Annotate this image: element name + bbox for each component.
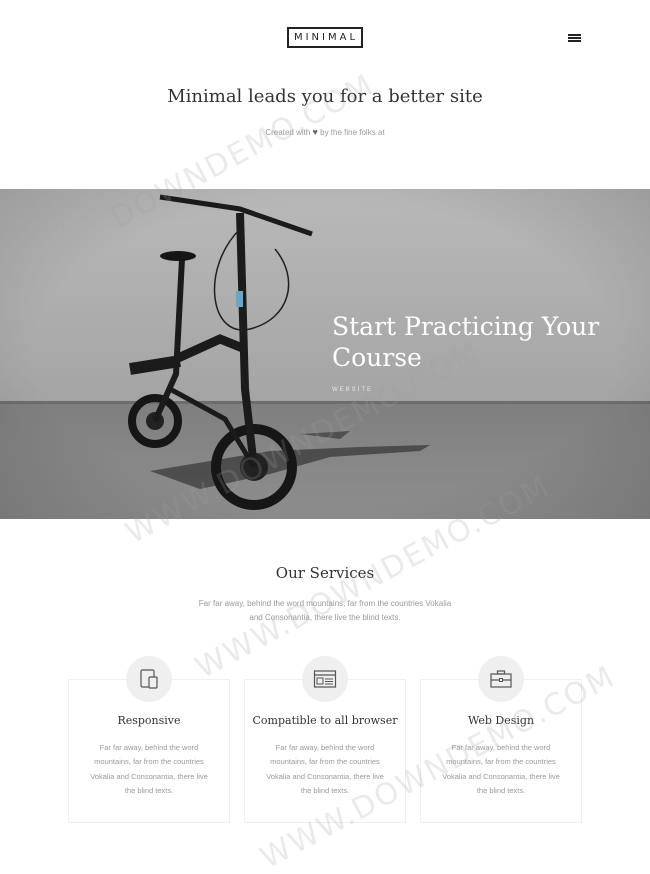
service-title: Compatible to all browser bbox=[252, 714, 398, 727]
service-title: Web Design bbox=[467, 714, 535, 727]
service-text: Far far away, behind the word mountains,… bbox=[90, 743, 208, 796]
devices-icon bbox=[126, 656, 172, 702]
services-description: Far far away, behind the word mountains,… bbox=[198, 599, 452, 622]
intro-subtitle-after: by the fine folks at bbox=[320, 128, 385, 137]
site-header: MINIMAL bbox=[0, 0, 650, 70]
service-text: Far far away, behind the word mountains,… bbox=[442, 743, 560, 796]
services-title: Our Services bbox=[275, 564, 375, 582]
browser-window-icon bbox=[302, 656, 348, 702]
site-logo[interactable]: MINIMAL bbox=[287, 27, 363, 48]
hero-banner: Start Practicing Your Course WEBSITE bbox=[0, 189, 650, 519]
briefcase-icon bbox=[478, 656, 524, 702]
hamburger-menu-icon[interactable] bbox=[566, 32, 584, 44]
hero-title: Start Practicing Your Course bbox=[332, 312, 600, 372]
service-title: Responsive bbox=[117, 714, 181, 727]
service-text: Far far away, behind the word mountains,… bbox=[266, 743, 384, 796]
intro-subtitle-before: Created with bbox=[265, 128, 311, 137]
hero-tag-link[interactable]: WEBSITE bbox=[332, 387, 373, 393]
heart-icon: ♥ bbox=[312, 127, 318, 137]
intro-title: Minimal leads you for a better site bbox=[167, 86, 483, 107]
intro-subtitle: Created with ♥ by the fine folks at bbox=[0, 127, 650, 137]
